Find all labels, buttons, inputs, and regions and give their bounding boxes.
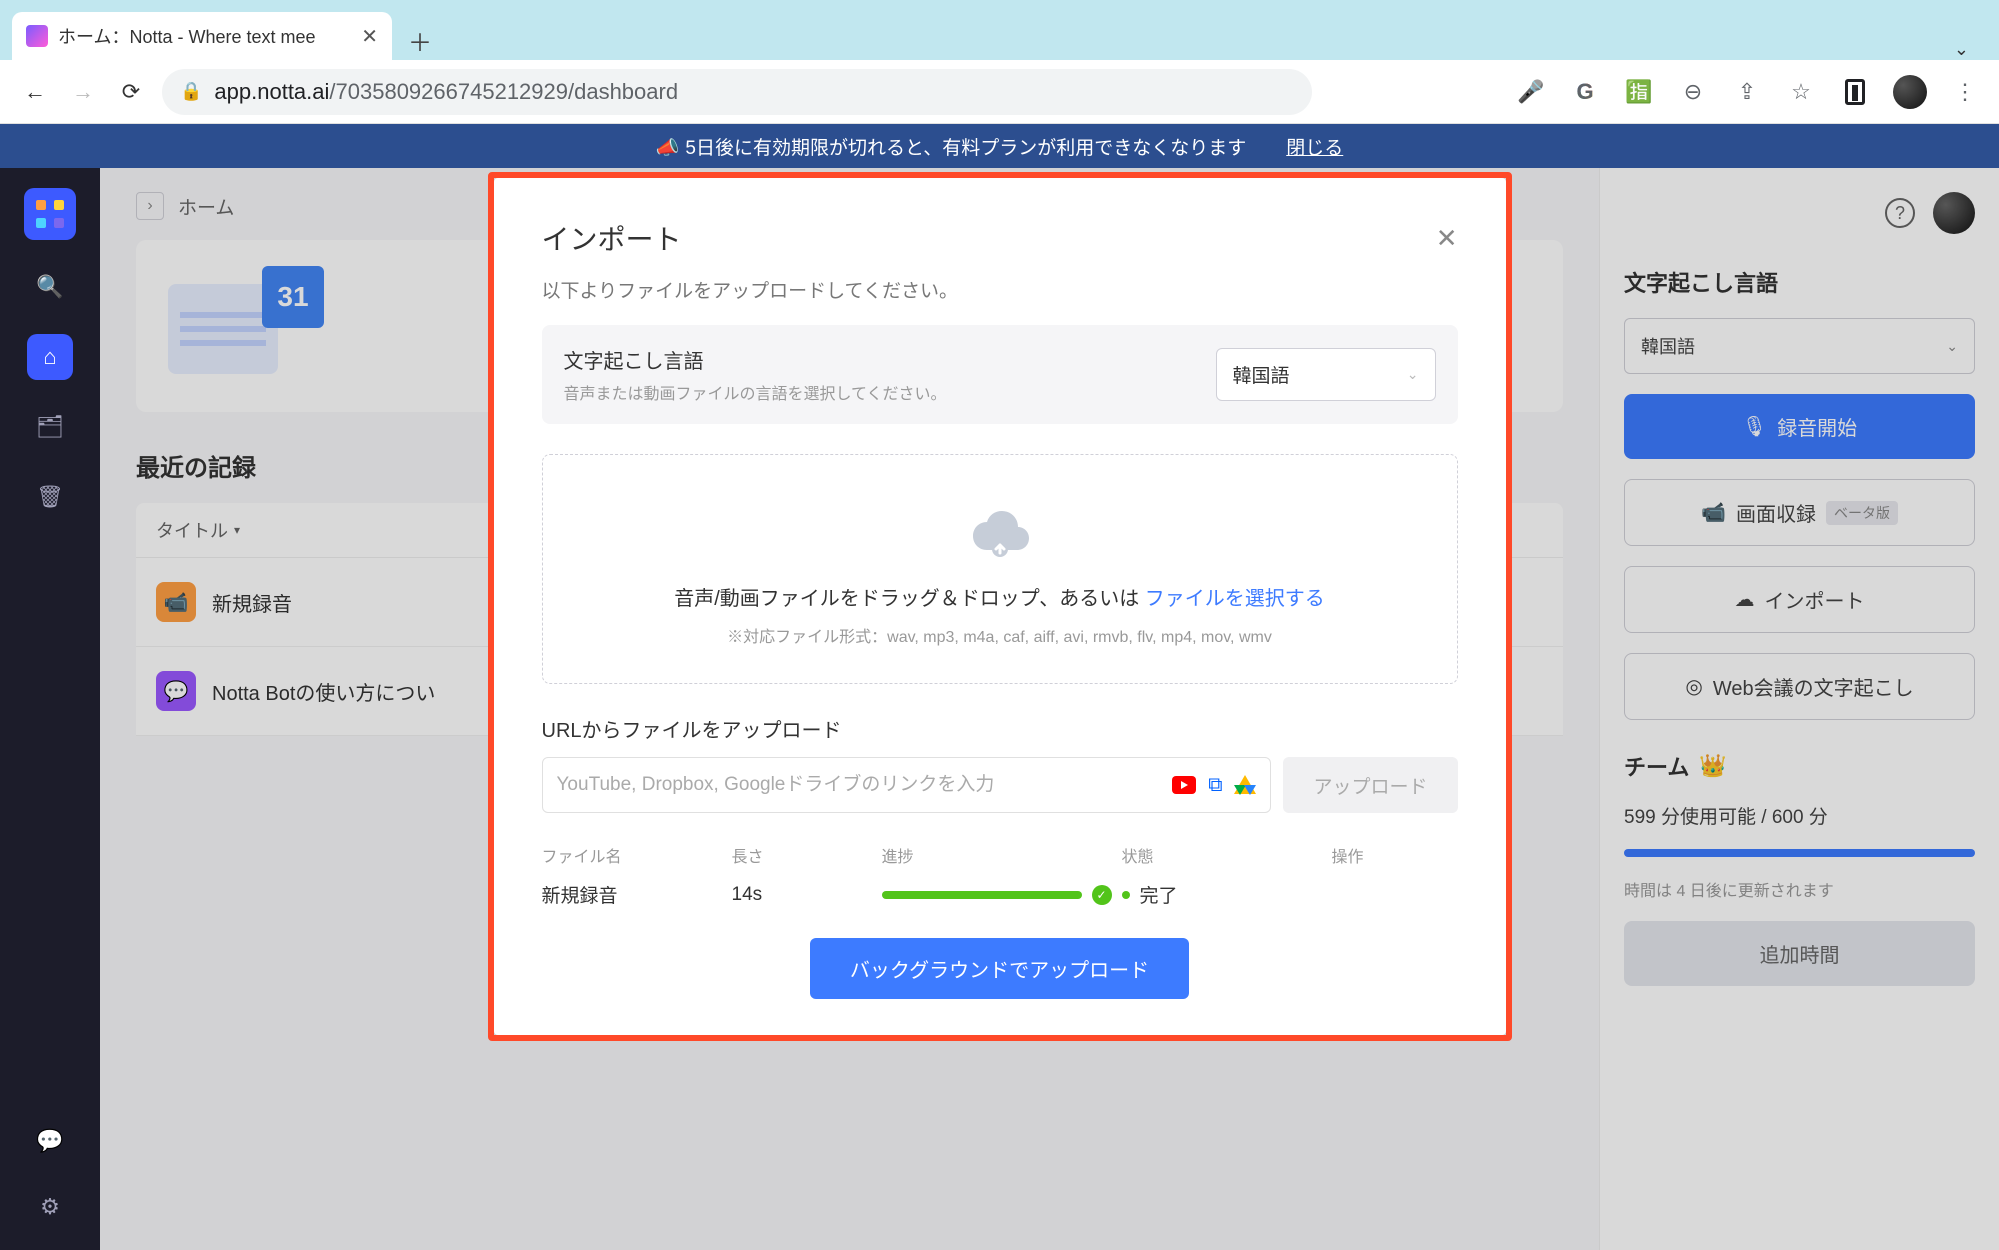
col-filename: ファイル名 (542, 843, 722, 867)
home-icon[interactable]: ⌂ (27, 334, 73, 380)
col-length: 長さ (732, 843, 872, 867)
upload-table-header: ファイル名 長さ 進捗 状態 操作 (542, 843, 1458, 867)
reload-button[interactable]: ⟳ (114, 75, 148, 109)
drop-zone-text: 音声/動画ファイルをドラッグ＆ドロップ、あるいは ファイルを選択する (563, 582, 1437, 611)
google-icon[interactable]: G (1569, 76, 1601, 108)
lang-box-subtitle: 音声または動画ファイルの言語を選択してください。 (564, 380, 947, 404)
file-select-link[interactable]: ファイルを選択する (1145, 588, 1325, 610)
col-status: 状態 (1122, 843, 1322, 867)
new-tab-button[interactable]: ＋ (400, 20, 440, 60)
cell-progress: ✓ (882, 885, 1112, 905)
cell-status: 完了 (1122, 881, 1322, 908)
import-modal: インポート ✕ 以下よりファイルをアップロードしてください。 文字起こし言語 音… (494, 178, 1506, 1035)
browser-toolbar: ← → ⟳ 🔒 app.notta.ai/7035809266745212929… (0, 60, 1999, 124)
check-icon: ✓ (1092, 885, 1112, 905)
file-drop-zone[interactable]: 音声/動画ファイルをドラッグ＆ドロップ、あるいは ファイルを選択する ※対応ファ… (542, 454, 1458, 684)
col-action: 操作 (1332, 843, 1452, 867)
address-bar[interactable]: 🔒 app.notta.ai/7035809266745212929/dashb… (162, 69, 1312, 115)
language-box: 文字起こし言語 音声または動画ファイルの言語を選択してください。 韓国語 ⌄ (542, 325, 1458, 424)
tabs-menu-chevron-icon[interactable]: ⌄ (1954, 39, 1969, 60)
feedback-icon[interactable]: 💬 (27, 1118, 73, 1164)
search-icon[interactable]: 🔍 (27, 264, 73, 310)
reader-mode-icon[interactable] (1839, 76, 1871, 108)
modal-language-select[interactable]: 韓国語 ⌄ (1216, 348, 1436, 401)
trash-icon[interactable]: 🗑 (27, 474, 73, 520)
chevron-down-icon: ⌄ (1407, 366, 1419, 383)
bookmark-icon[interactable]: ☆ (1785, 76, 1817, 108)
back-button[interactable]: ← (18, 75, 52, 109)
lock-icon: 🔒 (180, 81, 202, 102)
upload-table-row: 新規録音 14s ✓ 完了 (542, 881, 1458, 908)
url-upload-heading: URLからファイルをアップロード (542, 714, 1458, 743)
modal-close-icon[interactable]: ✕ (1436, 223, 1458, 254)
browser-tab-bar: ホーム：Notta - Where text mee ✕ ＋ ⌄ (0, 0, 1999, 60)
cell-length: 14s (732, 884, 872, 906)
tab-close-icon[interactable]: ✕ (361, 24, 378, 49)
url-upload-button: アップロード (1283, 757, 1457, 813)
settings-icon[interactable]: ⚙ (27, 1184, 73, 1230)
profile-avatar[interactable] (1893, 75, 1927, 109)
menu-icon[interactable]: ⋮ (1949, 76, 1981, 108)
cloud-upload-icon (968, 503, 1032, 559)
lang-box-title: 文字起こし言語 (564, 345, 947, 374)
tab-title: ホーム：Notta - Where text mee (58, 23, 351, 49)
supported-formats: ※対応ファイル形式：wav, mp3, m4a, caf, aiff, avi,… (563, 623, 1437, 647)
url-input[interactable] (557, 774, 1163, 796)
left-rail: 🔍 ⌂ 🗂 🗑 💬 ⚙ (0, 168, 100, 1250)
mic-icon[interactable]: 🎤 (1515, 76, 1547, 108)
banner-close[interactable]: 閉じる (1286, 133, 1343, 160)
share-icon[interactable]: ⇪ (1731, 76, 1763, 108)
url-input-container: ⧉ (542, 757, 1272, 813)
google-drive-icon (1234, 775, 1256, 795)
background-upload-button[interactable]: バックグラウンドでアップロード (810, 938, 1189, 999)
url-text: app.notta.ai/7035809266745212929/dashboa… (214, 79, 678, 105)
trial-banner: 📣5日後に有効期限が切れると、有料プランが利用できなくなります 閉じる (0, 124, 1999, 168)
dropbox-icon: ⧉ (1208, 774, 1222, 797)
forward-button: → (66, 75, 100, 109)
banner-text: 📣5日後に有効期限が切れると、有料プランが利用できなくなります (656, 133, 1246, 160)
zoom-out-icon[interactable]: ⊖ (1677, 76, 1709, 108)
app-logo[interactable] (24, 188, 76, 240)
modal-subtitle: 以下よりファイルをアップロードしてください。 (542, 276, 1458, 303)
col-progress: 進捗 (882, 843, 1112, 867)
youtube-icon (1172, 776, 1196, 794)
folder-icon[interactable]: 🗂 (27, 404, 73, 450)
translate-icon[interactable]: 🈯 (1623, 76, 1655, 108)
tab-favicon (26, 25, 48, 47)
cell-filename: 新規録音 (542, 881, 722, 908)
browser-tab[interactable]: ホーム：Notta - Where text mee ✕ (12, 12, 392, 60)
status-dot (1122, 891, 1130, 899)
modal-highlight-border: インポート ✕ 以下よりファイルをアップロードしてください。 文字起こし言語 音… (488, 172, 1512, 1041)
modal-title: インポート (542, 218, 682, 258)
